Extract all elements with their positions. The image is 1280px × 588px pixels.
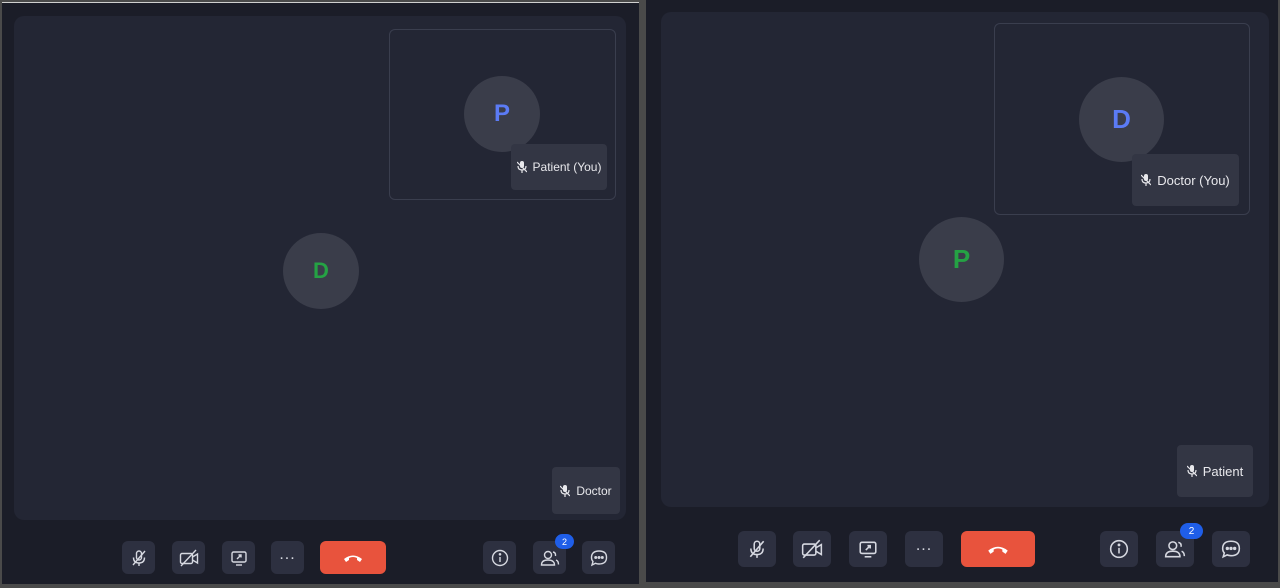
mute-button[interactable] bbox=[738, 531, 776, 567]
remote-name-tag: Doctor bbox=[552, 467, 620, 514]
self-name-tag: Doctor (You) bbox=[1132, 154, 1239, 206]
camera-off-icon bbox=[179, 549, 198, 566]
remote-name-label: Patient bbox=[1202, 463, 1244, 479]
share-screen-button[interactable] bbox=[222, 541, 255, 574]
self-view-tile[interactable]: P Patient (You) bbox=[389, 29, 616, 200]
mic-off-icon bbox=[131, 549, 146, 566]
mic-off-icon bbox=[516, 161, 527, 173]
end-call-icon bbox=[344, 555, 362, 562]
info-icon bbox=[1109, 539, 1129, 559]
patient-call-window: P Patient (You) D Doctor ... 2 bbox=[2, 2, 639, 584]
participant-count-badge: 2 bbox=[555, 534, 574, 549]
more-options-icon: ... bbox=[915, 537, 933, 554]
doctor-call-window: D Doctor (You) P Patient ... 2 bbox=[646, 0, 1278, 582]
remote-avatar: D bbox=[283, 233, 359, 309]
chat-button[interactable] bbox=[1212, 531, 1250, 567]
info-button[interactable] bbox=[1100, 531, 1138, 567]
self-avatar: P bbox=[464, 76, 540, 152]
more-options-button[interactable]: ... bbox=[905, 531, 943, 567]
mic-off-icon bbox=[1186, 465, 1197, 477]
mute-button[interactable] bbox=[122, 541, 155, 574]
participants-icon bbox=[1164, 541, 1186, 558]
remote-name-tag: Patient bbox=[1177, 445, 1253, 497]
main-video-stage: D Doctor (You) P Patient bbox=[661, 12, 1269, 507]
main-video-stage: P Patient (You) D Doctor bbox=[14, 16, 626, 520]
self-avatar: D bbox=[1079, 77, 1164, 162]
end-call-button[interactable] bbox=[961, 531, 1035, 567]
end-call-icon bbox=[988, 546, 1008, 554]
chat-button[interactable] bbox=[582, 541, 615, 574]
camera-off-icon bbox=[801, 539, 823, 559]
end-call-button[interactable] bbox=[320, 541, 386, 574]
share-screen-icon bbox=[230, 550, 247, 566]
remote-avatar: P bbox=[919, 217, 1004, 302]
participant-count-badge: 2 bbox=[1180, 523, 1203, 539]
share-screen-icon bbox=[859, 541, 877, 558]
participants-icon bbox=[540, 550, 559, 566]
chat-icon bbox=[1221, 540, 1241, 559]
mic-off-icon bbox=[1141, 174, 1152, 186]
camera-toggle-button[interactable] bbox=[793, 531, 831, 567]
mic-off-icon bbox=[560, 484, 571, 497]
self-name-tag: Patient (You) bbox=[511, 144, 607, 190]
more-options-icon: ... bbox=[279, 545, 296, 563]
chat-icon bbox=[590, 549, 607, 566]
mic-off-icon bbox=[749, 540, 765, 558]
info-button[interactable] bbox=[483, 541, 516, 574]
self-name-label: Patient (You) bbox=[532, 160, 602, 174]
share-screen-button[interactable] bbox=[849, 531, 887, 567]
remote-name-label: Doctor bbox=[576, 483, 612, 498]
info-icon bbox=[491, 549, 508, 566]
self-view-tile[interactable]: D Doctor (You) bbox=[994, 23, 1250, 215]
more-options-button[interactable]: ... bbox=[271, 541, 304, 574]
camera-toggle-button[interactable] bbox=[172, 541, 205, 574]
self-name-label: Doctor (You) bbox=[1157, 172, 1230, 188]
